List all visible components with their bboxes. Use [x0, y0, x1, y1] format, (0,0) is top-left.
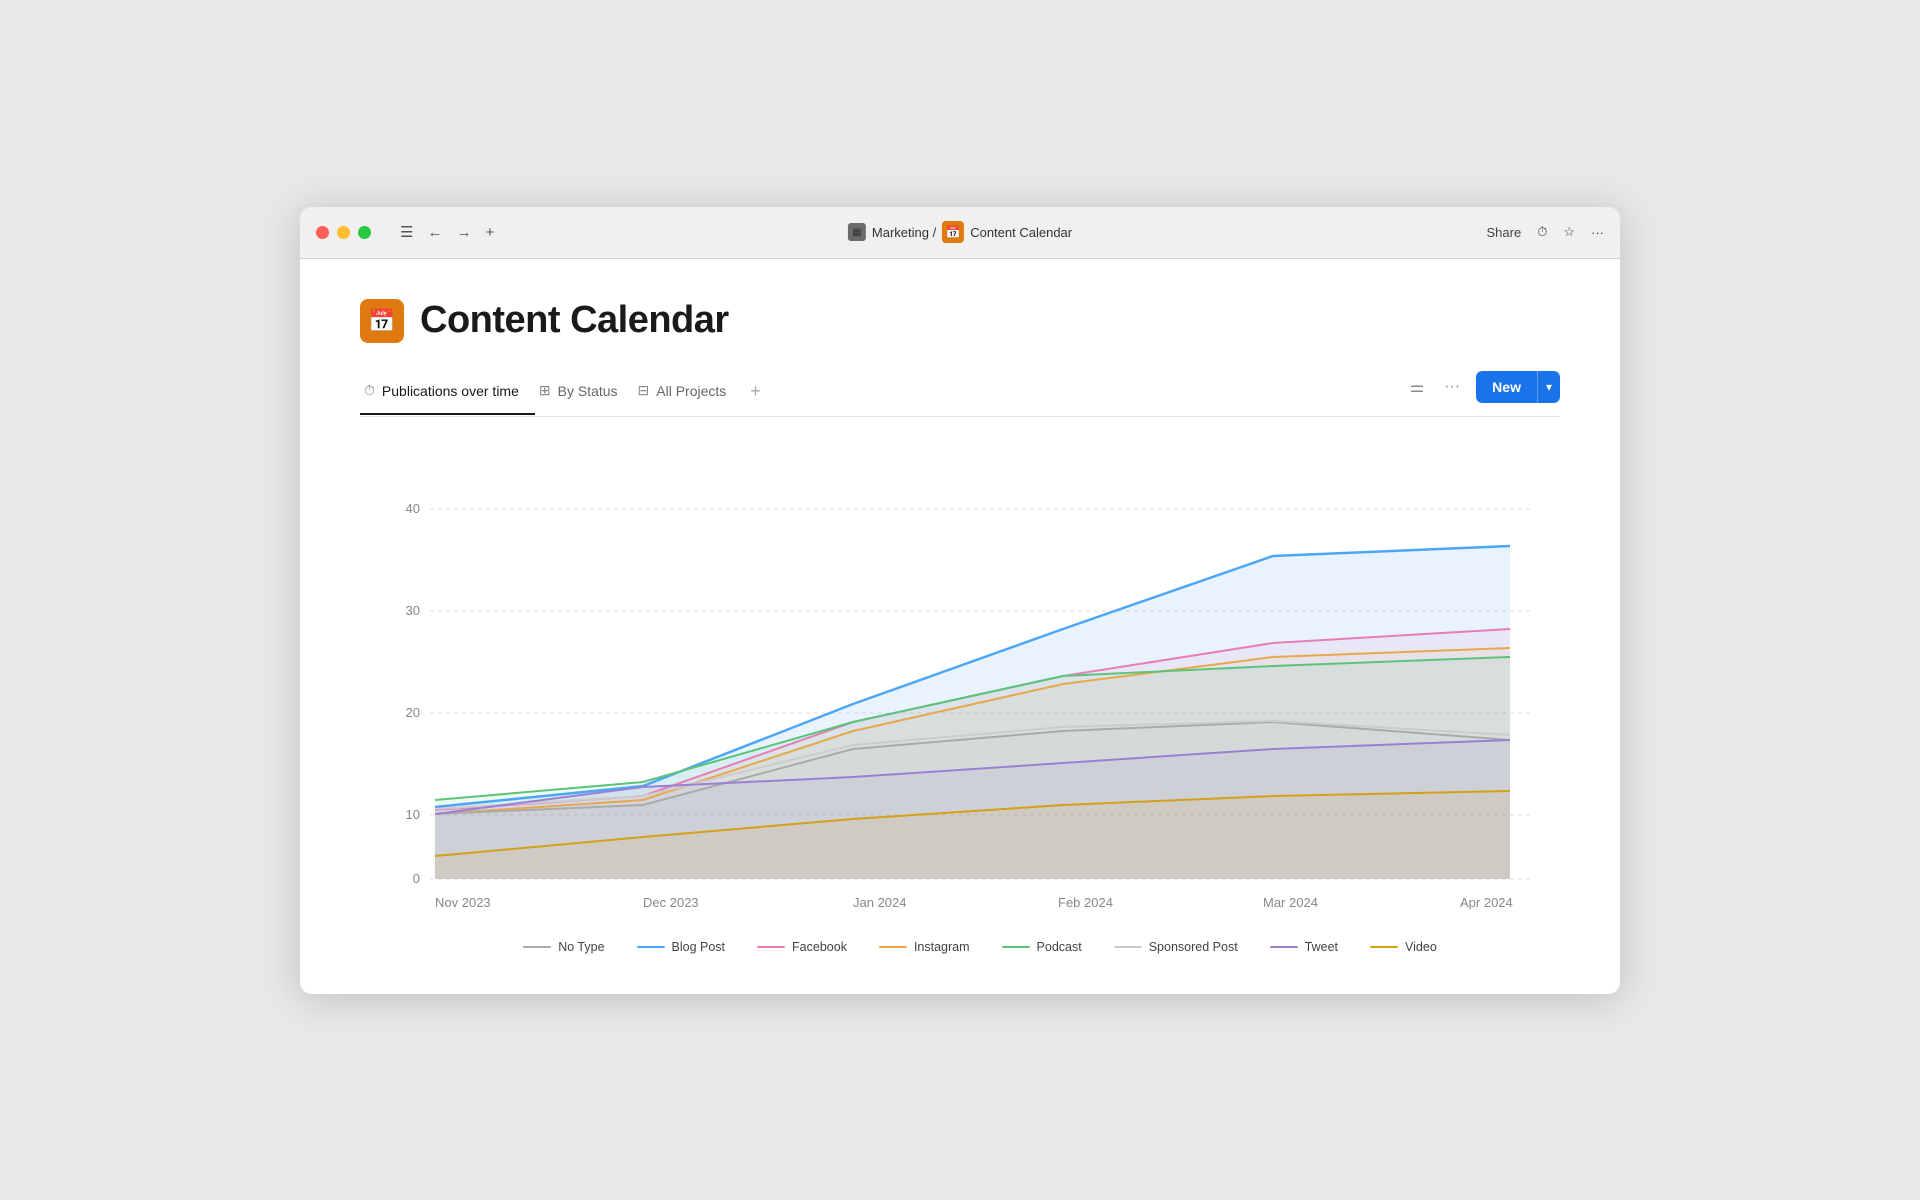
star-icon[interactable]: ☆ — [1563, 224, 1575, 240]
more-tab-options-button[interactable]: ··· — [1440, 374, 1464, 400]
add-page-button[interactable]: + — [480, 222, 499, 243]
legend-instagram-line — [879, 946, 907, 948]
new-button-group: New ▾ — [1476, 371, 1560, 403]
svg-text:20: 20 — [406, 705, 420, 720]
tab-publications-label: Publications over time — [382, 383, 519, 399]
legend-sponsored-post-label: Sponsored Post — [1149, 940, 1238, 954]
legend-no-type: No Type — [523, 940, 604, 954]
titlebar: ☰ ← → + ▦ Marketing / 📅 Content Calendar… — [300, 207, 1620, 259]
new-button-caret[interactable]: ▾ — [1537, 371, 1560, 403]
add-tab-button[interactable]: + — [742, 371, 769, 416]
legend-facebook: Facebook — [757, 940, 847, 954]
legend-instagram-label: Instagram — [914, 940, 970, 954]
page-content: 📅 Content Calendar ⏱ Publications over t… — [300, 259, 1620, 994]
tab-by-status-label: By Status — [558, 383, 618, 399]
more-options-icon[interactable]: ··· — [1591, 225, 1604, 240]
legend-no-type-label: No Type — [558, 940, 604, 954]
close-button[interactable] — [316, 226, 329, 239]
legend-video: Video — [1370, 940, 1437, 954]
legend-blog-post: Blog Post — [637, 940, 726, 954]
svg-text:40: 40 — [406, 501, 420, 516]
sidebar-toggle-button[interactable]: ☰ — [395, 221, 418, 243]
page-header: 📅 Content Calendar — [360, 299, 1560, 343]
legend-blog-post-line — [637, 946, 665, 948]
legend-sponsored-post-line — [1114, 946, 1142, 948]
svg-text:Apr 2024: Apr 2024 — [1460, 895, 1513, 910]
tab-all-projects[interactable]: ⊟ All Projects — [634, 372, 743, 415]
legend-video-line — [1370, 946, 1398, 948]
page-title: Content Calendar — [420, 299, 729, 342]
legend-tweet-line — [1270, 946, 1298, 948]
tab-by-status-icon: ⊞ — [539, 382, 551, 399]
nav-buttons: ☰ ← → + — [395, 221, 499, 243]
tab-by-status[interactable]: ⊞ By Status — [535, 372, 634, 415]
legend-podcast-label: Podcast — [1037, 940, 1082, 954]
legend-sponsored-post: Sponsored Post — [1114, 940, 1238, 954]
svg-text:30: 30 — [406, 603, 420, 618]
legend-tweet: Tweet — [1270, 940, 1338, 954]
svg-text:Feb 2024: Feb 2024 — [1058, 895, 1113, 910]
chart-container: 40 30 20 10 0 Nov 2023 Dec 2023 Jan 2024… — [360, 449, 1560, 954]
tab-all-projects-icon: ⊟ — [638, 382, 650, 399]
chart-legend: No Type Blog Post Facebook Instagram Pod… — [360, 940, 1560, 954]
minimize-button[interactable] — [337, 226, 350, 239]
titlebar-actions: Share ⏱ ☆ ··· — [1487, 224, 1605, 240]
tab-publications-icon: ⏱ — [364, 382, 375, 399]
legend-podcast-line — [1002, 946, 1030, 948]
legend-instagram: Instagram — [879, 940, 970, 954]
traffic-lights — [316, 226, 371, 239]
svg-text:Dec 2023: Dec 2023 — [643, 895, 699, 910]
svg-text:Jan 2024: Jan 2024 — [853, 895, 907, 910]
chart-svg: 40 30 20 10 0 Nov 2023 Dec 2023 Jan 2024… — [360, 459, 1560, 924]
breadcrumb-marketing-icon: ▦ — [848, 223, 866, 241]
tab-publications[interactable]: ⏱ Publications over time — [360, 372, 535, 415]
legend-facebook-label: Facebook — [792, 940, 847, 954]
breadcrumb-title: ▦ Marketing / 📅 Content Calendar — [848, 221, 1072, 243]
new-button[interactable]: New — [1476, 371, 1537, 403]
breadcrumb-calendar-icon: 📅 — [942, 221, 964, 243]
legend-no-type-line — [523, 946, 551, 948]
tabs-bar: ⏱ Publications over time ⊞ By Status ⊟ A… — [360, 371, 1560, 417]
tabs-actions: ⚌ ··· New ▾ — [1406, 371, 1560, 415]
legend-video-label: Video — [1405, 940, 1437, 954]
maximize-button[interactable] — [358, 226, 371, 239]
legend-tweet-label: Tweet — [1305, 940, 1338, 954]
svg-text:Nov 2023: Nov 2023 — [435, 895, 491, 910]
page-title-icon: 📅 — [360, 299, 404, 343]
legend-blog-post-label: Blog Post — [672, 940, 726, 954]
tab-all-projects-label: All Projects — [656, 383, 726, 399]
svg-text:10: 10 — [406, 807, 420, 822]
filter-button[interactable]: ⚌ — [1406, 373, 1428, 401]
share-button[interactable]: Share — [1487, 225, 1522, 240]
svg-text:Mar 2024: Mar 2024 — [1263, 895, 1318, 910]
back-button[interactable]: ← — [422, 222, 447, 243]
legend-facebook-line — [757, 946, 785, 948]
history-icon[interactable]: ⏱ — [1537, 224, 1547, 240]
forward-button[interactable]: → — [451, 222, 476, 243]
breadcrumb-calendar[interactable]: Content Calendar — [970, 225, 1072, 240]
legend-podcast: Podcast — [1002, 940, 1082, 954]
app-window: ☰ ← → + ▦ Marketing / 📅 Content Calendar… — [300, 207, 1620, 994]
svg-text:0: 0 — [413, 871, 420, 886]
breadcrumb-marketing[interactable]: Marketing / — [872, 225, 936, 240]
